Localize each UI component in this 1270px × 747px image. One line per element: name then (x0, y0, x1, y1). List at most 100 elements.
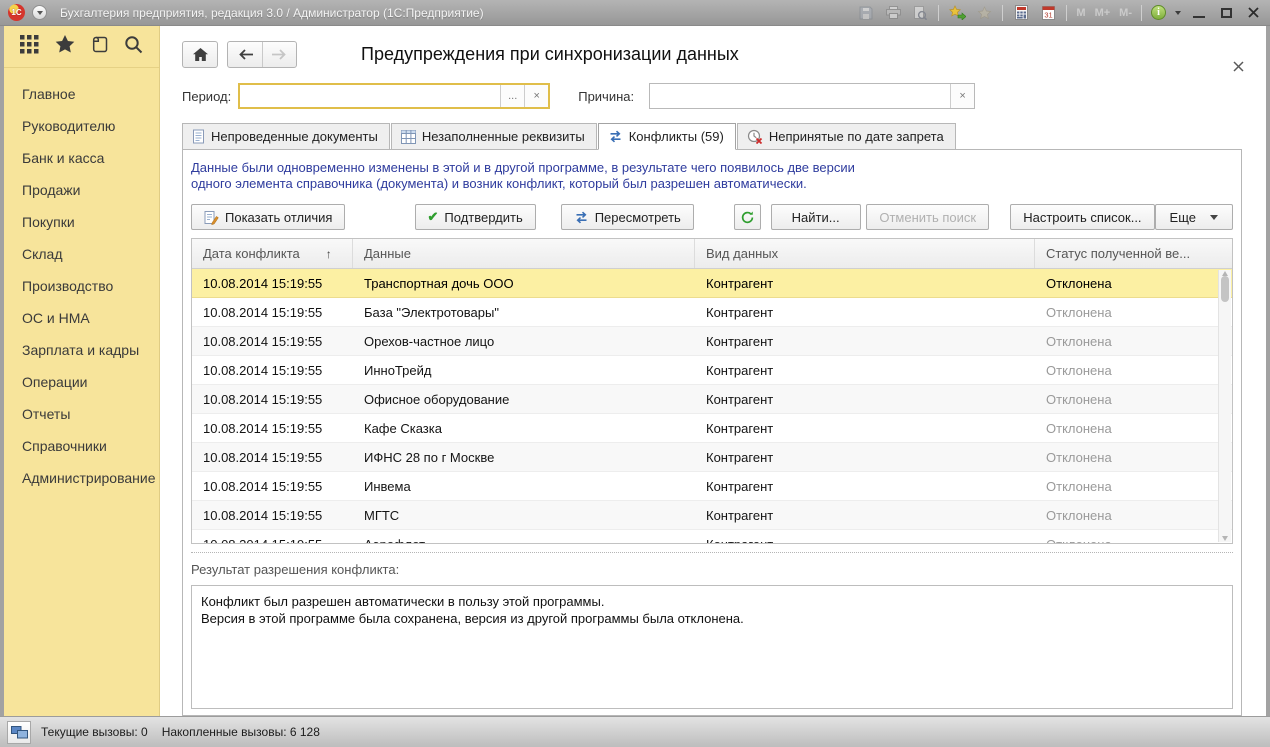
performance-indicator-button[interactable] (7, 721, 31, 744)
cell-status: Отклонена (1035, 501, 1218, 529)
period-input[interactable] (240, 85, 500, 107)
favorites-icon[interactable] (975, 4, 993, 22)
chevron-down-icon[interactable] (1175, 11, 1181, 15)
show-differences-button[interactable]: Показать отличия (191, 204, 345, 230)
cell-data: Орехов-частное лицо (353, 327, 695, 355)
refresh-button[interactable] (734, 204, 761, 230)
minimize-button[interactable] (1190, 4, 1208, 22)
memory-m-plus-button[interactable]: M+ (1095, 7, 1111, 19)
sidebar-item-1[interactable]: Руководителю (4, 110, 159, 142)
column-header-data[interactable]: Данные (353, 239, 695, 268)
system-menu-button[interactable] (32, 5, 47, 20)
tab-unfilled-attributes[interactable]: Незаполненные реквизиты (391, 123, 597, 150)
button-label: Отменить поиск (879, 210, 976, 225)
arrow-right-icon (272, 49, 287, 60)
cell-data-kind: Контрагент (695, 356, 1035, 384)
search-icon[interactable] (124, 35, 143, 59)
cell-data-kind: Контрагент (695, 443, 1035, 471)
tab-unposted-documents[interactable]: Непроведенные документы (182, 123, 390, 150)
scroll-down-icon[interactable] (1222, 536, 1228, 541)
tab-rejected-by-date[interactable]: Непринятые по дате запрета (737, 123, 956, 150)
sidebar-item-5[interactable]: Склад (4, 238, 159, 270)
memory-m-minus-button[interactable]: M- (1119, 7, 1132, 19)
table-row[interactable]: 10.08.2014 15:19:55 Офисное оборудование… (192, 385, 1232, 414)
table-row[interactable]: 10.08.2014 15:19:55 Аэрофлот Контрагент … (192, 530, 1232, 543)
period-picker-button[interactable]: ... (500, 85, 524, 107)
confirm-button[interactable]: ✔ Подтвердить (415, 204, 536, 230)
document-icon (192, 129, 205, 144)
app-window: 1С Бухгалтерия предприятия, редакция 3.0… (0, 0, 1270, 747)
review-button[interactable]: Пересмотреть (561, 204, 694, 230)
column-header-date[interactable]: Дата конфликта ↑ (192, 239, 353, 268)
maximize-button[interactable] (1217, 4, 1235, 22)
home-button[interactable] (182, 41, 218, 68)
close-form-button[interactable] (1230, 58, 1246, 74)
table-body: 10.08.2014 15:19:55 Транспортная дочь ОО… (192, 269, 1232, 543)
sync-conflict-icon (574, 210, 589, 225)
table-row[interactable]: 10.08.2014 15:19:55 ИФНС 28 по г Москве … (192, 443, 1232, 472)
table-row[interactable]: 10.08.2014 15:19:55 База "Электротовары"… (192, 298, 1232, 327)
find-button[interactable]: Найти... (771, 204, 861, 230)
table-row[interactable]: 10.08.2014 15:19:55 Инвема Контрагент От… (192, 472, 1232, 501)
vertical-scrollbar[interactable] (1218, 270, 1231, 542)
print-icon[interactable] (884, 4, 902, 22)
menu-grid-icon[interactable] (20, 35, 39, 59)
cancel-search-button[interactable]: Отменить поиск (866, 204, 989, 230)
close-window-button[interactable] (1244, 4, 1262, 22)
arrow-left-icon (238, 49, 253, 60)
scrollbar-thumb[interactable] (1221, 276, 1229, 302)
result-box: Конфликт был разрешен автоматически в по… (191, 585, 1233, 709)
diff-icon (204, 210, 219, 225)
sidebar-item-8[interactable]: Зарплата и кадры (4, 334, 159, 366)
history-icon[interactable] (90, 35, 108, 59)
add-to-favorites-icon[interactable] (948, 4, 966, 22)
more-button[interactable]: Еще (1155, 204, 1233, 230)
cell-status: Отклонена (1035, 472, 1218, 500)
table-row[interactable]: 10.08.2014 15:19:55 Транспортная дочь ОО… (192, 269, 1232, 298)
column-header-status[interactable]: Статус полученной ве... (1035, 239, 1218, 268)
tab-conflicts[interactable]: Конфликты (59) (598, 123, 736, 150)
check-icon: ✔ (428, 209, 439, 225)
print-preview-icon[interactable] (911, 4, 929, 22)
title-bar: 1С Бухгалтерия предприятия, редакция 3.0… (0, 0, 1270, 26)
favorites-star-icon[interactable] (55, 35, 75, 59)
sidebar-item-4[interactable]: Покупки (4, 206, 159, 238)
table-row[interactable]: 10.08.2014 15:19:55 МГТС Контрагент Откл… (192, 501, 1232, 530)
sidebar-item-6[interactable]: Производство (4, 270, 159, 302)
forward-button[interactable] (262, 42, 296, 67)
status-bar: Текущие вызовы: 0 Накопленные вызовы: 6 … (0, 716, 1270, 747)
calendar-icon[interactable]: 31 (1039, 4, 1057, 22)
cell-data: МГТС (353, 501, 695, 529)
cell-conflict-date: 10.08.2014 15:19:55 (192, 269, 353, 297)
table-row[interactable]: 10.08.2014 15:19:55 Кафе Сказка Контраге… (192, 414, 1232, 443)
info-text: Данные были одновременно изменены в этой… (189, 158, 1235, 192)
table-row[interactable]: 10.08.2014 15:19:55 ИнноТрейд Контрагент… (192, 356, 1232, 385)
cell-data-kind: Контрагент (695, 530, 1035, 543)
sidebar-item-2[interactable]: Банк и касса (4, 142, 159, 174)
sidebar-item-10[interactable]: Отчеты (4, 398, 159, 430)
back-button[interactable] (228, 42, 262, 67)
cell-data-kind: Контрагент (695, 269, 1035, 297)
svg-text:31: 31 (1044, 11, 1052, 20)
button-label: Пересмотреть (595, 210, 681, 225)
cell-conflict-date: 10.08.2014 15:19:55 (192, 472, 353, 500)
calculator-icon[interactable] (1012, 4, 1030, 22)
info-icon[interactable]: i (1151, 5, 1166, 20)
sidebar-item-12[interactable]: Администрирование (4, 462, 159, 494)
reason-clear-button[interactable]: × (950, 84, 974, 108)
table-row[interactable]: 10.08.2014 15:19:55 Орехов-частное лицо … (192, 327, 1232, 356)
save-icon[interactable] (857, 4, 875, 22)
sidebar-item-0[interactable]: Главное (4, 78, 159, 110)
column-header-kind[interactable]: Вид данных (695, 239, 1035, 268)
sidebar-item-11[interactable]: Справочники (4, 430, 159, 462)
sidebar-item-3[interactable]: Продажи (4, 174, 159, 206)
sidebar-item-7[interactable]: ОС и НМА (4, 302, 159, 334)
list-toolbar: Показать отличия ✔ Подтвердить Пересмотр… (191, 204, 1233, 230)
sidebar-item-9[interactable]: Операции (4, 366, 159, 398)
accumulated-calls-text: Накопленные вызовы: 6 128 (162, 725, 320, 739)
titlebar-separator (1002, 5, 1003, 21)
memory-m-button[interactable]: M (1076, 7, 1085, 19)
configure-list-button[interactable]: Настроить список... (1010, 204, 1154, 230)
period-clear-button[interactable]: × (524, 85, 548, 107)
reason-input[interactable] (650, 84, 950, 108)
